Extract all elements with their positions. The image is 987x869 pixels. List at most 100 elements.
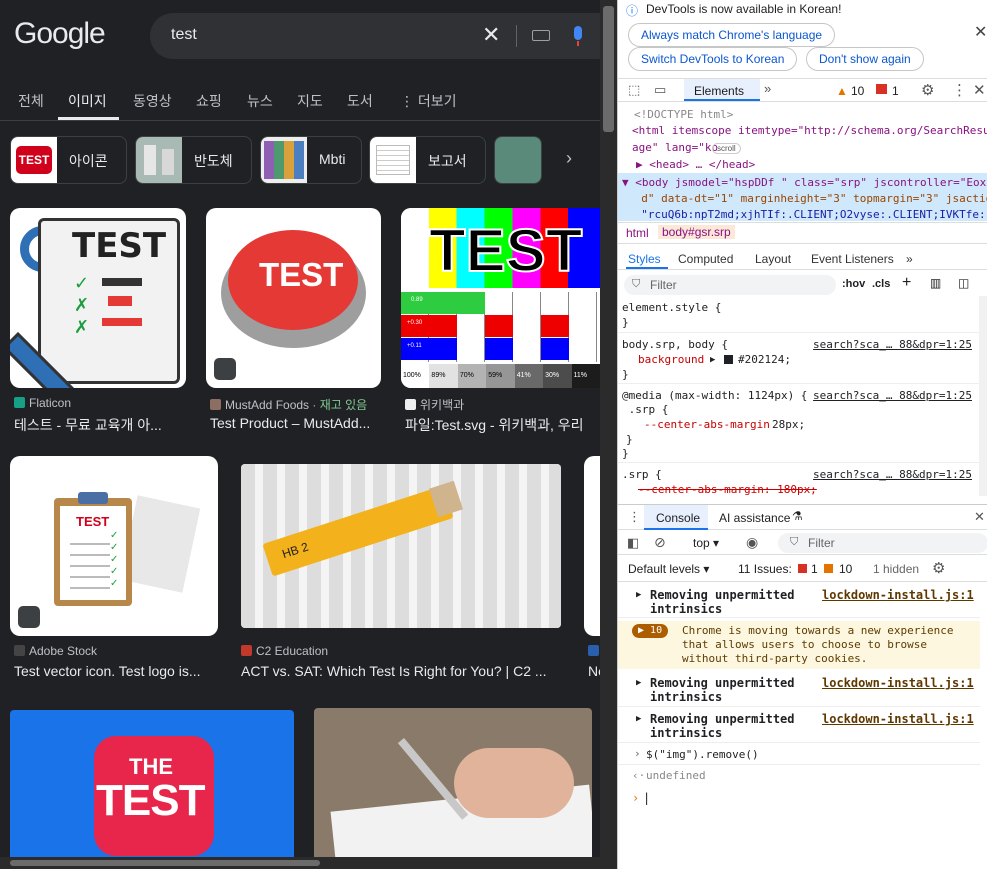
dom-body-line[interactable]: d" data-dt="1" marginheight="3" topmargi…	[628, 192, 987, 205]
rule-body-srp[interactable]: body.srp, body { search?sca_… 88&dpr=1:2…	[618, 338, 980, 384]
match-language-button[interactable]: Always match Chrome's language	[628, 23, 836, 47]
image-result-adobe[interactable]: TEST ✓ ✓ ✓ ✓ ✓	[10, 456, 218, 636]
image-result-c2[interactable]: HB 2	[241, 464, 561, 628]
scrollbar-thumb[interactable]	[10, 860, 320, 866]
paint-icon[interactable]: ▥	[930, 276, 941, 290]
chip-semiconductor[interactable]: 반도체	[135, 136, 252, 184]
rule-srp[interactable]: .srp { search?sca_… 88&dpr=1:25 --center…	[618, 468, 980, 498]
eye-icon[interactable]: ◉	[746, 534, 758, 551]
image-result-partial[interactable]	[584, 456, 600, 636]
chip-partial[interactable]	[494, 136, 542, 184]
warning-count[interactable]: 10	[851, 84, 864, 98]
property-name[interactable]: background	[638, 353, 704, 367]
styles-filter[interactable]: ⛉ Filter	[624, 275, 836, 295]
result-title[interactable]: 테스트 - 무료 교육개 아...	[14, 415, 190, 435]
tab-styles[interactable]: Styles	[628, 252, 661, 266]
image-result-flaticon[interactable]: TEST ✓ ✗ ✗	[10, 208, 186, 388]
expand-icon[interactable]: ▶	[636, 712, 641, 726]
color-swatch[interactable]	[724, 355, 733, 364]
tab-images[interactable]: 이미지	[68, 91, 107, 111]
error-icon[interactable]	[798, 564, 807, 573]
tab-shopping[interactable]: 쇼핑	[196, 91, 222, 111]
breadcrumb-body[interactable]: body#gsr.srp	[658, 225, 735, 239]
switch-korean-button[interactable]: Switch DevTools to Korean	[628, 47, 798, 71]
result-title[interactable]: Ne	[588, 663, 600, 679]
dom-html-line[interactable]: <html itemscope itemtype="http://schema.…	[632, 124, 987, 137]
result-title[interactable]: 파일:Test.svg - 위키백과, 우리	[405, 415, 600, 435]
expand-icon[interactable]: ▶	[636, 676, 641, 690]
sidebar-toggle-icon[interactable]: ◧	[627, 535, 639, 551]
scroll-badge[interactable]: scroll	[712, 143, 741, 154]
tab-elements[interactable]: Elements	[684, 79, 760, 101]
dont-show-button[interactable]: Don't show again	[806, 47, 924, 71]
hov-toggle[interactable]: :hov	[842, 278, 865, 290]
tab-event-listeners[interactable]: Event Listeners	[811, 252, 894, 266]
tab-videos[interactable]: 동영상	[133, 91, 172, 111]
clear-icon[interactable]: ✕	[482, 22, 500, 48]
property-overridden[interactable]: --center-abs-margin: 180px;	[638, 483, 817, 497]
dom-doctype[interactable]: <!DOCTYPE html>	[634, 108, 987, 121]
chip-report[interactable]: 보고서	[369, 136, 486, 184]
new-rule-icon[interactable]: +	[902, 274, 911, 292]
image-result-writing[interactable]	[314, 708, 592, 860]
tab-ai-assistance[interactable]: AI assistance	[719, 511, 790, 525]
tab-layout[interactable]: Layout	[755, 252, 791, 266]
dom-head-line[interactable]: ▶ <head> … </head>	[636, 158, 987, 171]
console-settings-icon[interactable]: ⚙	[932, 559, 945, 577]
search-box[interactable]: test ✕	[150, 13, 600, 59]
inspect-icon[interactable]: ⬚	[628, 82, 640, 98]
settings-gear-icon[interactable]: ⚙	[921, 81, 934, 99]
chip-mbti[interactable]: Mbti	[260, 136, 362, 184]
scrollbar-thumb[interactable]	[603, 6, 614, 132]
clear-console-icon[interactable]: ⊘	[654, 534, 666, 551]
google-logo[interactable]: Google	[14, 17, 106, 51]
sidebar-toggle-icon[interactable]: ◫	[958, 276, 969, 290]
dom-body-line[interactable]: "rcuQ6b:npT2md;xjhTIf:.CLIENT;O2vyse:.CL…	[628, 208, 987, 221]
more-tabs-icon[interactable]: »	[764, 81, 771, 96]
drawer-menu-icon[interactable]: ⋮	[628, 509, 641, 525]
issues-label[interactable]: 11 Issues:	[738, 562, 792, 576]
error-count[interactable]: 1	[892, 84, 899, 98]
image-result-wikipedia[interactable]: TEST 0.89 +0.30 +0.11 100% 89% 70% 59% 4…	[401, 208, 600, 388]
warning-icon[interactable]: ▲	[836, 84, 848, 98]
dom-html-line-cont[interactable]: age" lang="ko">	[632, 141, 717, 154]
tab-console[interactable]: Console	[656, 511, 700, 525]
issues-warning-count[interactable]: 10	[839, 562, 852, 576]
warning-icon[interactable]	[824, 564, 833, 573]
property-value[interactable]: 28px;	[772, 418, 805, 432]
tab-books[interactable]: 도서	[347, 91, 373, 111]
issues-error-count[interactable]: 1	[811, 562, 818, 576]
console-input-echo[interactable]: › $("img").remove()	[618, 745, 980, 765]
chevron-right-icon[interactable]: ›	[566, 148, 572, 169]
styles-scrollbar[interactable]	[979, 296, 987, 496]
more-options-icon[interactable]: ⋮	[952, 81, 967, 99]
expand-icon[interactable]: ▶	[710, 353, 715, 367]
property-name[interactable]: --center-abs-margin	[644, 418, 770, 432]
dom-body-line[interactable]: ▼ <body jsmodel="hspDDf " class="srp" js…	[622, 176, 987, 189]
source-link[interactable]: lockdown-install.js:1	[822, 588, 974, 602]
tab-computed[interactable]: Computed	[678, 252, 733, 266]
keyboard-icon[interactable]	[532, 30, 550, 41]
tab-more[interactable]: ⋮ 더보기	[400, 91, 457, 111]
close-devtools-icon[interactable]: ✕	[973, 81, 986, 99]
horizontal-scrollbar[interactable]	[0, 857, 600, 869]
result-title[interactable]: ACT vs. SAT: Which Test Is Right for You…	[241, 663, 566, 679]
expand-icon[interactable]: ▶	[636, 588, 641, 602]
console-prompt[interactable]: › |	[618, 790, 980, 810]
tab-news[interactable]: 뉴스	[247, 91, 273, 111]
console-message[interactable]: ▶ Removing unpermitted intrinsics lockdo…	[618, 586, 980, 618]
source-link[interactable]: lockdown-install.js:1	[822, 676, 974, 690]
console-message[interactable]: ▶ Removing unpermitted intrinsics lockdo…	[618, 673, 980, 707]
console-message[interactable]: ▶ Removing unpermitted intrinsics lockdo…	[618, 709, 980, 743]
more-tabs-icon[interactable]: »	[906, 252, 913, 266]
cls-toggle[interactable]: .cls	[872, 278, 890, 290]
vertical-scrollbar[interactable]	[600, 0, 617, 869]
close-drawer-icon[interactable]: ✕	[974, 509, 985, 525]
image-result-mustadd[interactable]: TEST	[206, 208, 381, 388]
result-title[interactable]: Test Product – MustAdd...	[210, 415, 380, 431]
result-title[interactable]: Test vector icon. Test logo is...	[14, 663, 214, 679]
log-levels-select[interactable]: Default levels ▾	[628, 562, 709, 576]
microphone-icon[interactable]	[574, 26, 582, 46]
tab-all[interactable]: 전체	[18, 91, 44, 111]
source-link[interactable]: lockdown-install.js:1	[822, 712, 974, 726]
